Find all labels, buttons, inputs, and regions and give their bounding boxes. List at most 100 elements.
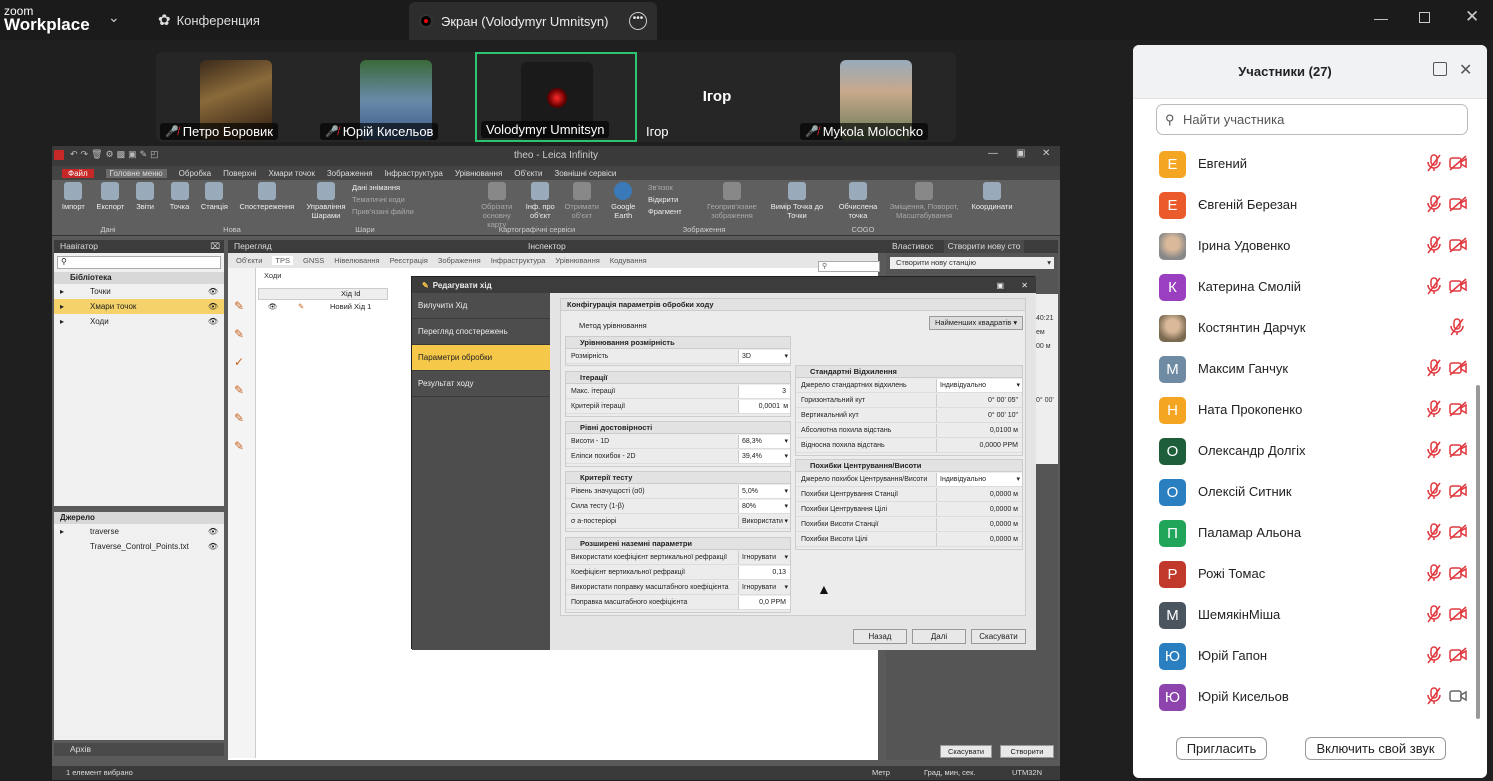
table-row[interactable]: 👁 ✎ Новий Хід 1 bbox=[258, 302, 388, 315]
nav-traverse-result[interactable]: Результат ходу bbox=[412, 371, 550, 397]
popout-icon[interactable] bbox=[1433, 62, 1447, 76]
test-power-select[interactable]: 80% bbox=[738, 500, 790, 513]
tab-objects[interactable]: Об'єкти bbox=[236, 256, 262, 265]
next-button[interactable]: Далі bbox=[912, 629, 966, 644]
mic-muted-icon[interactable] bbox=[1426, 605, 1442, 623]
mic-muted-icon[interactable] bbox=[1426, 236, 1442, 254]
ellipses-2d-select[interactable]: 39,4% bbox=[738, 450, 790, 463]
navigator-search-input[interactable]: ⚲ bbox=[57, 256, 221, 269]
participant-row[interactable]: Ірина Удовенко bbox=[1133, 226, 1473, 267]
source-header[interactable]: Джерело bbox=[54, 512, 224, 524]
nav-processing-params[interactable]: Параметри обробки bbox=[412, 345, 550, 371]
menu-point-clouds[interactable]: Хмари точок bbox=[268, 169, 314, 178]
mic-muted-icon[interactable] bbox=[1426, 277, 1442, 295]
computed-point-button[interactable]: Обчислена точка bbox=[833, 182, 883, 220]
crop-map-button[interactable]: Обрізати основну карту bbox=[475, 182, 519, 229]
camera-off-icon[interactable] bbox=[1449, 565, 1467, 581]
participant-row[interactable]: К Катерина Смолій bbox=[1133, 267, 1473, 308]
participant-row[interactable]: О Олексій Ситник bbox=[1133, 472, 1473, 513]
participant-row[interactable]: М ШемякінМіша bbox=[1133, 595, 1473, 636]
import-button[interactable]: Імпорт bbox=[62, 182, 85, 211]
participant-row[interactable]: Е Євгеній Березан bbox=[1133, 185, 1473, 226]
camera-off-icon[interactable] bbox=[1449, 196, 1467, 212]
tab-leveling[interactable]: Нівелювання bbox=[334, 256, 379, 265]
menu-surfaces[interactable]: Поверхні bbox=[223, 169, 256, 178]
video-tile[interactable]: 🎤̸ Юрій Кисельов bbox=[316, 52, 476, 142]
menu-adjustment[interactable]: Урівнювання bbox=[455, 169, 502, 178]
camera-off-icon[interactable] bbox=[1449, 360, 1467, 376]
mic-muted-icon[interactable] bbox=[1426, 195, 1442, 213]
tab-images[interactable]: Зображення bbox=[438, 256, 481, 265]
invite-button[interactable]: Пригласить bbox=[1176, 737, 1267, 760]
participant-row[interactable]: П Паламар Альона bbox=[1133, 513, 1473, 554]
std-source-select[interactable]: Індивідуально bbox=[936, 379, 1022, 392]
dialog-maximize-icon[interactable]: ▣ bbox=[996, 281, 1004, 290]
nav-view-observations[interactable]: Перегляд спостережень bbox=[412, 319, 550, 345]
measure-point-button[interactable]: Вимір Точка до Точки bbox=[767, 182, 827, 220]
mic-muted-icon[interactable] bbox=[1426, 687, 1442, 705]
abs-slope-distance-input[interactable]: 0,0100 м bbox=[936, 424, 1022, 437]
tree-item-points[interactable]: ▸ Точки 👁 bbox=[54, 284, 224, 299]
camera-off-icon[interactable] bbox=[1449, 524, 1467, 540]
rel-slope-distance-input[interactable]: 0,0000 PPM bbox=[936, 439, 1022, 452]
camera-off-icon[interactable] bbox=[1449, 647, 1467, 663]
menu-home[interactable]: Головне меню bbox=[105, 168, 167, 178]
iteration-criterion-input[interactable]: 0,0001 bbox=[738, 400, 790, 413]
heights-1d-select[interactable]: 68,3% bbox=[738, 435, 790, 448]
mic-muted-icon[interactable] bbox=[1426, 359, 1442, 377]
camera-icon[interactable] bbox=[1449, 688, 1467, 704]
fragment-dropdown[interactable]: Фрагмент bbox=[648, 206, 704, 218]
station-create-button[interactable]: Створити bbox=[1000, 745, 1054, 758]
tab-coding[interactable]: Кодування bbox=[610, 256, 647, 265]
attached-files-dropdown[interactable]: Прив'язані файли bbox=[352, 206, 414, 218]
panel-close-icon[interactable]: ⌧ bbox=[210, 240, 220, 253]
tab-tps[interactable]: TPS bbox=[272, 256, 293, 265]
participant-row[interactable]: Е Евгений bbox=[1133, 144, 1473, 185]
open-button[interactable]: Відкрити bbox=[648, 194, 704, 206]
mic-muted-icon[interactable] bbox=[1449, 318, 1465, 336]
station-height-input[interactable]: 0,0000 м bbox=[936, 518, 1022, 531]
nav-delete-traverse[interactable]: Вилучити Хід bbox=[412, 293, 550, 319]
vertical-angle-input[interactable]: 0° 00' 10" bbox=[936, 409, 1022, 422]
video-tile-active[interactable]: Volodymyr Umnitsyn bbox=[475, 52, 637, 142]
participant-row[interactable]: М Максим Ганчук bbox=[1133, 349, 1473, 390]
inspector-search-input[interactable]: ⚲ bbox=[818, 261, 880, 272]
back-button[interactable]: Назад bbox=[853, 629, 907, 644]
participant-row[interactable]: Ю Юрій Гапон bbox=[1133, 636, 1473, 677]
screen-share-tab[interactable]: Экран (Volodymyr Umnitsyn) ••• bbox=[409, 2, 657, 40]
get-object-button[interactable]: Отримати об'єкт bbox=[562, 182, 602, 229]
camera-off-icon[interactable] bbox=[1449, 442, 1467, 458]
mic-muted-icon[interactable] bbox=[1426, 441, 1442, 459]
tab-adjustment[interactable]: Урівнювання bbox=[555, 256, 599, 265]
menu-infrastructure[interactable]: Інфраструктура bbox=[385, 169, 443, 178]
tab-infrastructure[interactable]: Інфраструктура bbox=[491, 256, 546, 265]
export-button[interactable]: Експорт bbox=[97, 182, 124, 211]
survey-data-dropdown[interactable]: Дані знімання bbox=[352, 182, 414, 194]
chevron-down-icon[interactable]: ⌄ bbox=[108, 9, 120, 26]
scrollbar[interactable] bbox=[1476, 385, 1480, 719]
meeting-tab[interactable]: ✿ Конференция bbox=[158, 11, 260, 29]
status-crs[interactable]: UTM32N bbox=[1012, 766, 1042, 780]
camera-off-icon[interactable] bbox=[1449, 606, 1467, 622]
minimize-icon[interactable]: — bbox=[1374, 10, 1388, 26]
georef-image-button[interactable]: Геоприв'язане зображення bbox=[704, 182, 760, 220]
sigma-aposteriori-select[interactable]: Використати bbox=[738, 515, 790, 528]
max-iterations-input[interactable]: 3 bbox=[738, 385, 790, 398]
camera-off-icon[interactable] bbox=[1449, 237, 1467, 253]
maximize-icon[interactable] bbox=[1419, 12, 1430, 23]
scale-correction-input[interactable]: 0,0 PPM bbox=[738, 596, 790, 609]
menu-processing[interactable]: Обробка bbox=[179, 169, 211, 178]
source-item[interactable]: Traverse_Control_Points.txt 👁 bbox=[54, 539, 224, 554]
source-item[interactable]: ▸ traverse 👁 bbox=[54, 524, 224, 539]
camera-off-icon[interactable] bbox=[1449, 401, 1467, 417]
tab-registration[interactable]: Реєстрація bbox=[390, 256, 428, 265]
reports-button[interactable]: Звіти bbox=[136, 182, 155, 211]
subtab-traverses[interactable]: Ходи bbox=[264, 271, 282, 280]
menu-images[interactable]: Зображення bbox=[327, 169, 373, 178]
status-units[interactable]: Метр bbox=[872, 766, 890, 780]
library-section[interactable]: Бібліотека bbox=[54, 272, 224, 284]
leica-minimize-icon[interactable]: — bbox=[988, 148, 998, 159]
significance-select[interactable]: 5,0% bbox=[738, 485, 790, 498]
camera-off-icon[interactable] bbox=[1449, 155, 1467, 171]
video-tile[interactable]: Ігор Ігор bbox=[637, 52, 797, 142]
